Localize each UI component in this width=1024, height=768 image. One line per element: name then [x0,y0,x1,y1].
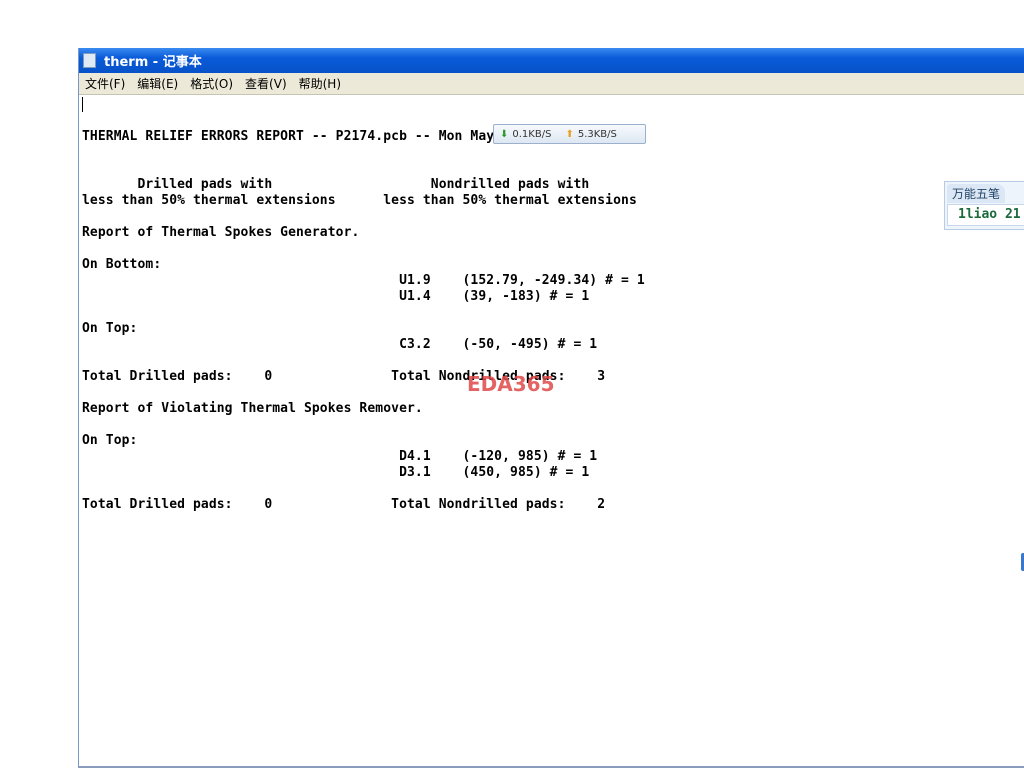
text-line: Total Drilled pads: 0 Total Nondrilled p… [82,497,606,512]
text-line [82,161,1024,177]
ime-panel[interactable]: 万能五笔 1liao 21 [944,181,1024,230]
notepad-window: therm - 记事本 文件(F) 编辑(E) 格式(O) 查看(V) 帮助(H… [78,48,1024,768]
notepad-icon [83,53,96,68]
text-line [82,417,1024,433]
text-editor[interactable]: THERMAL RELIEF ERRORS REPORT -- P2174.pc… [79,95,1024,766]
text-line [82,145,1024,161]
text-line: On Top: [82,433,138,448]
title-bar[interactable]: therm - 记事本 [79,48,1024,73]
network-speed-monitor: ⬇ 0.1KB/S ⬆ 5.3KB/S [493,124,646,144]
window-title: therm - 记事本 [104,55,202,70]
text-line: D3.1 (450, 985) # = 1 [82,465,590,480]
ime-name: 万能五笔 [947,184,1006,203]
text-line [82,209,1024,225]
text-line [82,481,1024,497]
menu-file[interactable]: 文件(F) [79,75,131,92]
text-line: Drilled pads with Nondrilled pads with [82,177,590,192]
watermark: EDA365 [467,372,555,396]
upload-speed: 5.3KB/S [577,128,617,140]
text-line: On Top: [82,321,138,336]
text-line [82,97,1024,113]
text-line [82,353,1024,369]
text-line: less than 50% thermal extensions less th… [82,193,637,208]
ime-code: 1liao 21 [947,204,1024,226]
text-line [82,241,1024,257]
menu-bar: 文件(F) 编辑(E) 格式(O) 查看(V) 帮助(H) [79,73,1024,95]
text-line: U1.9 (152.79, -249.34) # = 1 [82,273,645,288]
menu-help[interactable]: 帮助(H) [293,75,347,92]
text-line: U1.4 (39, -183) # = 1 [82,289,590,304]
menu-format[interactable]: 格式(O) [184,75,239,92]
download-arrow-icon: ⬇ [500,128,509,140]
text-line: On Bottom: [82,257,162,272]
text-caret [82,97,83,112]
menu-edit[interactable]: 编辑(E) [131,75,184,92]
text-line: Report of Violating Thermal Spokes Remov… [82,401,423,416]
menu-view[interactable]: 查看(V) [239,75,293,92]
text-line: D4.1 (-120, 985) # = 1 [82,449,598,464]
text-line [82,305,1024,321]
download-speed: 0.1KB/S [512,128,552,140]
text-line: C3.2 (-50, -495) # = 1 [82,337,598,352]
document-text[interactable]: THERMAL RELIEF ERRORS REPORT -- P2174.pc… [79,95,1024,513]
text-line: Report of Thermal Spokes Generator. [82,225,360,240]
upload-arrow-icon: ⬆ [565,128,574,140]
